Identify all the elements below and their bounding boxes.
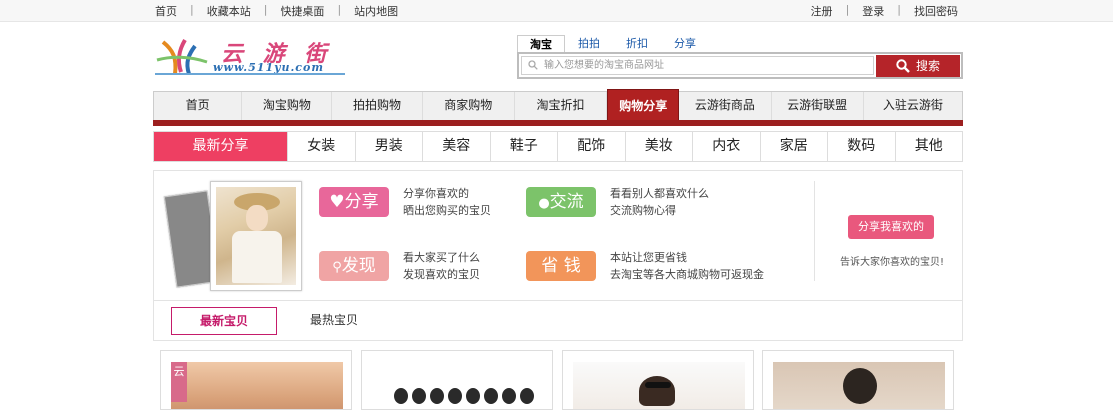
tab-hottest-items[interactable]: 最热宝贝 <box>310 307 390 335</box>
share-tip: 告诉大家你喜欢的宝贝! <box>840 257 945 268</box>
heart-icon: ♥ <box>329 192 345 212</box>
chat-bubble-icon: ● <box>538 196 550 211</box>
category-tab-accessories[interactable]: 配饰 <box>557 132 625 161</box>
search-icon <box>528 60 538 70</box>
search-input[interactable]: 输入您想要的淘宝商品网址 <box>521 56 874 75</box>
feature-text-share: 分享你喜欢的 晒出您购买的宝贝 <box>403 185 491 219</box>
feature-badge-exchange-label: 交流 <box>549 192 584 212</box>
logo-underline <box>155 73 345 75</box>
separator: | <box>845 3 850 16</box>
top-link-desktop-shortcut[interactable]: 快捷桌面 <box>280 3 324 19</box>
product-image[interactable] <box>573 362 745 409</box>
main-nav: 首页 淘宝购物 拍拍购物 商家购物 淘宝折扣 购物分享 云游街商品 云游街联盟 … <box>153 89 963 121</box>
nav-underline <box>153 120 963 126</box>
feature-exchange-line2: 交流购物心得 <box>610 204 676 217</box>
search-tabs: 淘宝 拍拍 折扣 分享 <box>517 35 709 52</box>
category-tab-womens[interactable]: 女装 <box>287 132 355 161</box>
nav-item-merchant-shopping[interactable]: 商家购物 <box>423 92 515 120</box>
feature-share-line2: 晒出您购买的宝贝 <box>403 204 491 217</box>
site-logo[interactable]: 云 游 街 www.511yu.com <box>155 34 350 82</box>
magnifier-icon <box>896 59 910 73</box>
feature-text-discover: 看大家买了什么 发现喜欢的宝贝 <box>403 249 480 283</box>
category-tab-mens[interactable]: 男装 <box>354 132 423 161</box>
search-button-label: 搜索 <box>915 59 940 73</box>
feature-text-save-money: 本站让您更省钱 去淘宝等各大商城购物可返现金 <box>610 249 764 283</box>
top-link-bookmark[interactable]: 收藏本站 <box>207 3 251 19</box>
top-bar: 首页 | 收藏本站 | 快捷桌面 | 站内地图 注册 | 登录 | 找回密码 <box>0 0 1113 22</box>
feature-badge-discover-label: 发现 <box>341 256 376 276</box>
category-tabs: 最新分享 女装 男装 美容 鞋子 配饰 美妆 内衣 家居 数码 其他 <box>153 131 963 162</box>
share-favorite-button[interactable]: 分享我喜欢的 <box>848 215 934 239</box>
top-link-register[interactable]: 注册 <box>811 3 833 19</box>
category-tab-latest-share[interactable]: 最新分享 <box>154 132 287 161</box>
category-tab-beauty[interactable]: 美容 <box>422 132 490 161</box>
search-icon: ⚲ <box>332 260 342 275</box>
search-tab-discount[interactable]: 折扣 <box>613 35 661 52</box>
top-links-right: 注册 | 登录 | 找回密码 <box>811 3 958 19</box>
search-button[interactable]: 搜索 <box>876 55 960 77</box>
top-link-forgot-password[interactable]: 找回密码 <box>914 3 958 19</box>
search-tab-taobao[interactable]: 淘宝 <box>517 35 565 52</box>
separator: | <box>263 3 268 16</box>
search-placeholder: 输入您想要的淘宝商品网址 <box>544 60 664 71</box>
top-link-home[interactable]: 首页 <box>155 3 177 19</box>
category-tab-other[interactable]: 其他 <box>894 132 963 161</box>
model-photo <box>216 187 296 285</box>
category-tab-underwear[interactable]: 内衣 <box>692 132 760 161</box>
nav-item-shopping-share[interactable]: 购物分享 <box>607 89 680 121</box>
promo-divider <box>814 181 815 281</box>
separator: | <box>897 3 901 16</box>
feature-badge-discover: ⚲发现 <box>319 251 389 281</box>
feature-badge-save-money: 省 钱 <box>526 251 596 281</box>
top-link-login[interactable]: 登录 <box>862 3 884 19</box>
product-card[interactable] <box>361 350 553 410</box>
feature-exchange-line1: 看看别人都喜欢什么 <box>610 187 709 200</box>
nav-item-paipai-shopping[interactable]: 拍拍购物 <box>332 92 423 120</box>
top-links-left: 首页 | 收藏本站 | 快捷桌面 | 站内地图 <box>155 3 398 19</box>
nav-item-join-yunyoujie[interactable]: 入驻云游街 <box>864 92 962 120</box>
product-tag: 云 <box>171 362 187 402</box>
category-tab-makeup[interactable]: 美妆 <box>624 132 693 161</box>
nav-item-yunyoujie-products[interactable]: 云游街商品 <box>679 92 772 120</box>
separator: | <box>190 3 194 16</box>
nav-item-home[interactable]: 首页 <box>154 92 243 120</box>
nav-item-taobao-discount[interactable]: 淘宝折扣 <box>515 92 608 120</box>
product-image[interactable] <box>773 362 945 409</box>
promo-panel: ♥分享 分享你喜欢的 晒出您购买的宝贝 ●交流 看看别人都喜欢什么 交流购物心得… <box>153 170 963 301</box>
nav-item-yunyoujie-alliance[interactable]: 云游街联盟 <box>772 92 864 120</box>
product-card[interactable] <box>562 350 754 410</box>
feature-save-line1: 本站让您更省钱 <box>610 251 687 264</box>
search-box: 输入您想要的淘宝商品网址 搜索 <box>517 52 963 79</box>
nav-item-taobao-shopping[interactable]: 淘宝购物 <box>242 92 333 120</box>
product-image[interactable] <box>372 362 544 409</box>
feature-discover-line1: 看大家买了什么 <box>403 251 480 264</box>
product-card[interactable]: 云 <box>160 350 352 410</box>
category-tab-shoes[interactable]: 鞋子 <box>489 132 558 161</box>
item-tabs: 最新宝贝 最热宝贝 <box>153 301 963 341</box>
feature-badge-share: ♥分享 <box>319 187 389 217</box>
feature-text-exchange: 看看别人都喜欢什么 交流购物心得 <box>610 185 709 219</box>
category-tab-home[interactable]: 家居 <box>759 132 828 161</box>
product-image[interactable]: 云 <box>171 362 343 409</box>
category-tab-digital[interactable]: 数码 <box>827 132 895 161</box>
feature-discover-line2: 发现喜欢的宝贝 <box>403 268 480 281</box>
top-link-sitemap[interactable]: 站内地图 <box>354 3 398 19</box>
logo-emblem-icon <box>156 38 208 75</box>
promo-photo-stack <box>163 179 302 291</box>
feature-save-line2: 去淘宝等各大商城购物可返现金 <box>610 268 764 281</box>
search-tab-share[interactable]: 分享 <box>661 35 709 52</box>
separator: | <box>337 3 342 16</box>
product-card[interactable] <box>762 350 954 410</box>
feature-badge-exchange: ●交流 <box>526 187 596 217</box>
search-tab-paipai[interactable]: 拍拍 <box>565 35 613 52</box>
feature-share-line1: 分享你喜欢的 <box>403 187 469 200</box>
promo-photo-front <box>210 181 302 291</box>
tab-newest-items[interactable]: 最新宝贝 <box>171 307 277 335</box>
feature-badge-share-label: 分享 <box>344 192 379 212</box>
